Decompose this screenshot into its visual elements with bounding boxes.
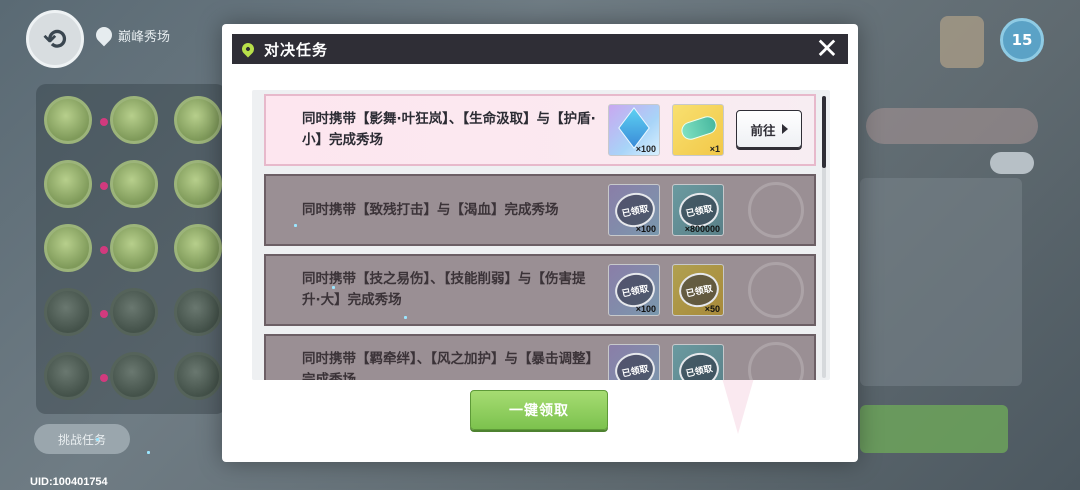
crystal-icon xyxy=(618,107,650,149)
close-icon: ✕ xyxy=(815,32,839,65)
location-pin-icon xyxy=(239,40,257,58)
node-connector xyxy=(100,374,108,382)
claimed-stamp: 已领取 xyxy=(675,349,723,380)
sparkle xyxy=(404,316,407,319)
skill-node[interactable] xyxy=(110,160,158,208)
skill-node[interactable] xyxy=(174,224,222,272)
emblem-icon xyxy=(748,342,804,380)
right-small-button[interactable] xyxy=(990,152,1034,174)
task-description: 同时携带【羁牵绊】、【风之加护】与【暴击调整】完成秀场 xyxy=(302,351,593,380)
task-description: 同时携带【致残打击】与【渴血】完成秀场 xyxy=(302,201,559,218)
reward-slot[interactable]: 已领取 ×50 xyxy=(672,264,724,316)
top-menu-icon[interactable] xyxy=(940,16,984,68)
reward-count: ×1 xyxy=(709,144,720,154)
level-badge[interactable]: 15 xyxy=(1000,18,1044,62)
skill-node-locked[interactable] xyxy=(110,352,158,400)
task-modal: 对决任务 ✕ 同时携带【影舞·叶狂岚】、【生命汲取】与【护盾·小】完成秀场 ×1… xyxy=(222,24,858,462)
skill-node-locked[interactable] xyxy=(110,288,158,336)
close-button[interactable]: ✕ xyxy=(812,34,842,64)
scroll-thumb[interactable] xyxy=(822,96,826,168)
uid-label: UID:100401754 xyxy=(30,476,108,488)
back-arrow-icon: ⟲ xyxy=(43,22,67,56)
reward-slot[interactable]: 已领取 xyxy=(608,344,660,380)
sparkle xyxy=(147,451,150,454)
scrollbar[interactable] xyxy=(822,96,826,378)
reward-count: ×50 xyxy=(704,304,720,314)
back-button[interactable]: ⟲ xyxy=(26,10,84,68)
challenge-task-button[interactable]: 挑战任务 xyxy=(34,424,130,454)
modal-header: 对决任务 ✕ xyxy=(232,34,848,64)
reward-slot[interactable]: 已领取 ×800000 xyxy=(672,184,724,236)
modal-title: 对决任务 xyxy=(264,40,329,59)
location-pin-icon xyxy=(92,23,116,47)
right-status-pill xyxy=(866,108,1038,144)
skill-node[interactable] xyxy=(174,96,222,144)
skill-node[interactable] xyxy=(44,96,92,144)
skill-node-locked[interactable] xyxy=(44,352,92,400)
go-button-label: 前往 xyxy=(750,122,776,138)
claimed-stamp: 已领取 xyxy=(611,349,659,380)
reward-count: ×800000 xyxy=(684,224,720,234)
task-description: 同时携带【技之易伤】、【技能削弱】与【伤害提升·大】完成秀场 xyxy=(302,271,586,308)
reward-count: ×100 xyxy=(635,224,656,234)
skill-node[interactable] xyxy=(44,224,92,272)
node-connector xyxy=(100,182,108,190)
task-list[interactable]: 同时携带【影舞·叶狂岚】、【生命汲取】与【护盾·小】完成秀场 ×100 ×1 前… xyxy=(252,90,830,380)
ticket-icon xyxy=(679,113,719,143)
task-description: 同时携带【影舞·叶狂岚】、【生命汲取】与【护盾·小】完成秀场 xyxy=(302,111,596,148)
go-button[interactable]: 前往 xyxy=(736,110,802,148)
reward-slot[interactable]: 已领取 ×100 xyxy=(608,264,660,316)
right-confirm-button[interactable] xyxy=(860,405,1008,453)
node-connector xyxy=(100,118,108,126)
skill-node-locked[interactable] xyxy=(174,352,222,400)
reward-slot[interactable]: 已领取 ×100 xyxy=(608,184,660,236)
skill-node[interactable] xyxy=(44,160,92,208)
location-label: 巅峰秀场 xyxy=(118,29,171,45)
task-row: 同时携带【技之易伤】、【技能削弱】与【伤害提升·大】完成秀场 已领取 ×100 … xyxy=(264,254,816,326)
reward-slot[interactable]: 已领取 xyxy=(672,344,724,380)
skill-node[interactable] xyxy=(174,160,222,208)
reward-slot[interactable]: ×100 xyxy=(608,104,660,156)
task-row: 同时携带【致残打击】与【渴血】完成秀场 已领取 ×100 已领取 ×800000 xyxy=(264,174,816,246)
chevron-right-icon xyxy=(781,124,788,134)
sparkle xyxy=(96,438,99,441)
sparkle xyxy=(294,224,297,227)
claim-all-button[interactable]: 一键领取 xyxy=(470,390,608,430)
skill-node-locked[interactable] xyxy=(44,288,92,336)
sparkle xyxy=(332,286,335,289)
skill-node-locked[interactable] xyxy=(174,288,222,336)
skill-node[interactable] xyxy=(110,96,158,144)
skill-node[interactable] xyxy=(110,224,158,272)
right-info-panel xyxy=(860,178,1022,386)
node-connector xyxy=(100,246,108,254)
task-row: 同时携带【影舞·叶狂岚】、【生命汲取】与【护盾·小】完成秀场 ×100 ×1 前… xyxy=(264,94,816,166)
node-connector xyxy=(100,310,108,318)
reward-slot[interactable]: ×1 xyxy=(672,104,724,156)
reward-count: ×100 xyxy=(635,304,656,314)
task-row: 同时携带【羁牵绊】、【风之加护】与【暴击调整】完成秀场 已领取 已领取 xyxy=(264,334,816,380)
emblem-icon xyxy=(748,182,804,238)
emblem-icon xyxy=(748,262,804,318)
location-pill: 巅峰秀场 xyxy=(92,18,216,52)
reward-count: ×100 xyxy=(635,144,656,154)
